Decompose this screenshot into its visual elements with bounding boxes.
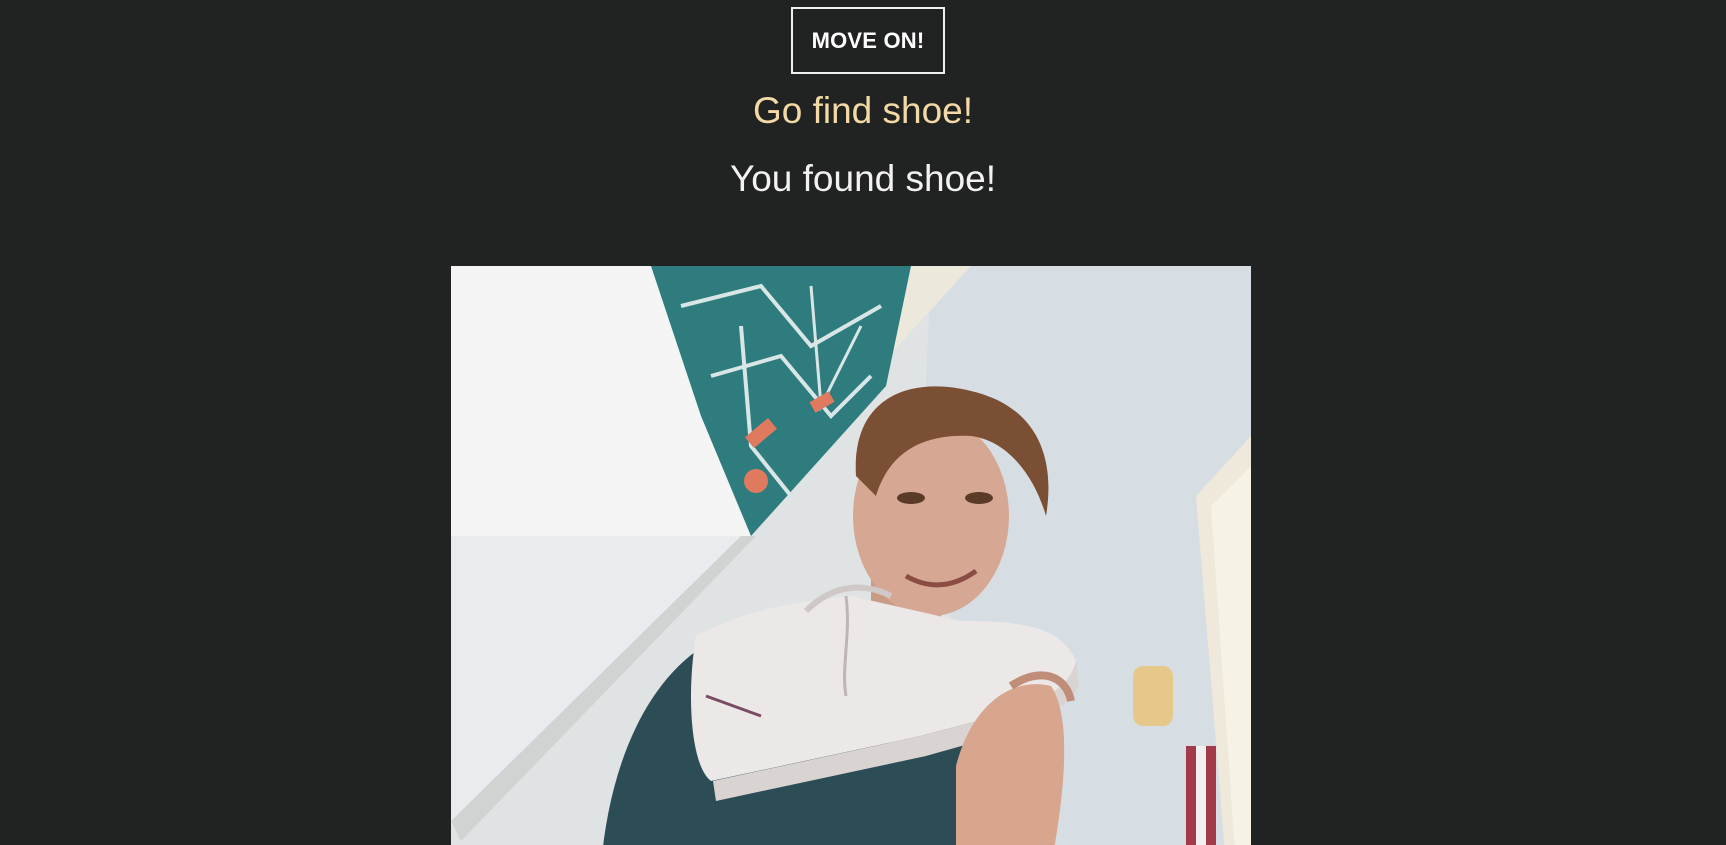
webcam-feed [451, 266, 1251, 845]
move-on-button[interactable]: MOVE ON! [791, 7, 945, 74]
game-page: MOVE ON! Go find shoe! You found shoe! [0, 0, 1726, 845]
find-prompt: Go find shoe! [752, 90, 974, 131]
webcam-snapshot [451, 266, 1251, 845]
result-message: You found shoe! [729, 158, 997, 199]
